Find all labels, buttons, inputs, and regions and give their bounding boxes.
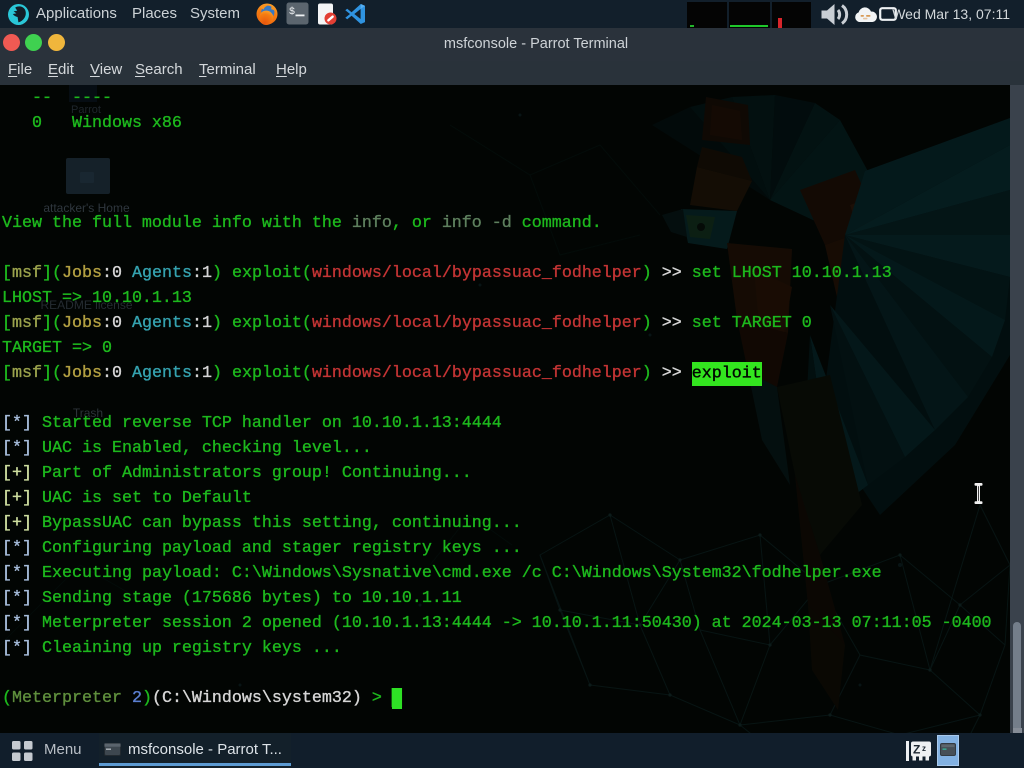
svg-text:Z: Z	[913, 743, 920, 757]
svg-text:z: z	[922, 744, 926, 753]
svg-text:$: $	[289, 6, 295, 18]
